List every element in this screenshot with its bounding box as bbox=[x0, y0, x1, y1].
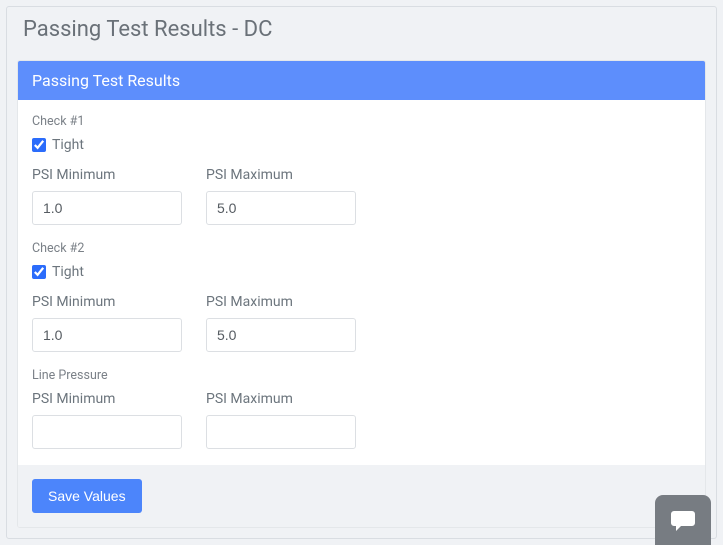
psi-max-input-check2[interactable] bbox=[206, 318, 356, 352]
psi-min-label-line-pressure: PSI Minimum bbox=[32, 391, 182, 407]
tight-checkbox-check1[interactable] bbox=[32, 138, 46, 152]
fields-row-line-pressure: PSI Minimum PSI Maximum bbox=[32, 391, 691, 449]
outer-panel: Passing Test Results - DC Passing Test R… bbox=[6, 6, 717, 539]
section-check2: Check #2 Tight PSI Minimum PSI Maximum bbox=[32, 241, 691, 352]
chat-icon bbox=[670, 508, 696, 532]
card-header: Passing Test Results bbox=[18, 61, 705, 100]
psi-min-input-line-pressure[interactable] bbox=[32, 415, 182, 449]
psi-max-field-check2: PSI Maximum bbox=[206, 294, 356, 352]
card-footer: Save Values bbox=[18, 465, 705, 527]
section-check1: Check #1 Tight PSI Minimum PSI Maximum bbox=[32, 114, 691, 225]
psi-min-input-check2[interactable] bbox=[32, 318, 182, 352]
section-line-pressure: Line Pressure PSI Minimum PSI Maximum bbox=[32, 368, 691, 449]
psi-min-label-check2: PSI Minimum bbox=[32, 294, 182, 310]
psi-min-input-check1[interactable] bbox=[32, 191, 182, 225]
psi-max-label-check2: PSI Maximum bbox=[206, 294, 356, 310]
page-title: Passing Test Results - DC bbox=[7, 7, 716, 60]
psi-min-field-line-pressure: PSI Minimum bbox=[32, 391, 182, 449]
psi-max-input-check1[interactable] bbox=[206, 191, 356, 225]
psi-max-label-check1: PSI Maximum bbox=[206, 167, 356, 183]
psi-max-field-line-pressure: PSI Maximum bbox=[206, 391, 356, 449]
fields-row-check2: PSI Minimum PSI Maximum bbox=[32, 294, 691, 352]
psi-min-field-check2: PSI Minimum bbox=[32, 294, 182, 352]
psi-max-input-line-pressure[interactable] bbox=[206, 415, 356, 449]
tight-row-check2: Tight bbox=[32, 264, 691, 280]
save-button[interactable]: Save Values bbox=[32, 479, 142, 513]
psi-max-field-check1: PSI Maximum bbox=[206, 167, 356, 225]
tight-checkbox-check2[interactable] bbox=[32, 265, 46, 279]
tight-label-check2: Tight bbox=[52, 264, 84, 280]
psi-min-label-check1: PSI Minimum bbox=[32, 167, 182, 183]
fields-row-check1: PSI Minimum PSI Maximum bbox=[32, 167, 691, 225]
tight-row-check1: Tight bbox=[32, 137, 691, 153]
chat-widget[interactable] bbox=[655, 495, 711, 545]
results-card: Passing Test Results Check #1 Tight PSI … bbox=[17, 60, 706, 528]
psi-min-field-check1: PSI Minimum bbox=[32, 167, 182, 225]
section-label-line-pressure: Line Pressure bbox=[32, 368, 691, 383]
section-label-check2: Check #2 bbox=[32, 241, 691, 256]
section-label-check1: Check #1 bbox=[32, 114, 691, 129]
tight-label-check1: Tight bbox=[52, 137, 84, 153]
card-body: Check #1 Tight PSI Minimum PSI Maximum bbox=[18, 100, 705, 449]
psi-max-label-line-pressure: PSI Maximum bbox=[206, 391, 356, 407]
